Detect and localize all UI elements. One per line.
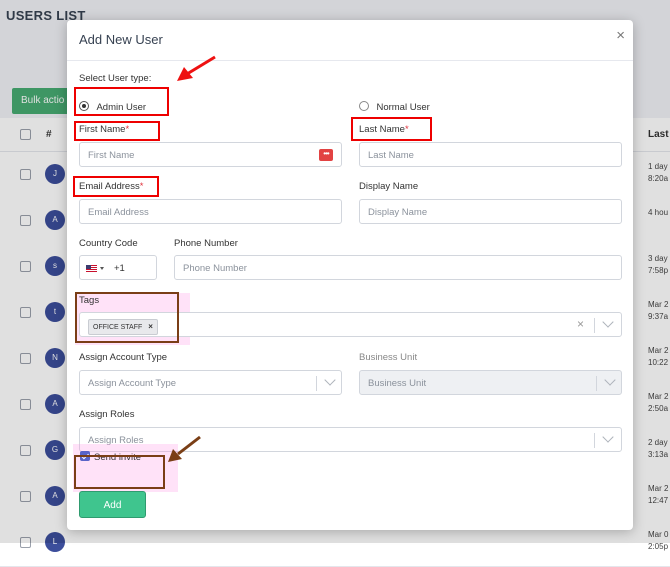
red-arrow-icon [177, 55, 216, 81]
annotation-arrows [168, 55, 216, 462]
brown-arrow-icon [168, 435, 201, 462]
last-activity-time: 2:05p [648, 542, 669, 551]
